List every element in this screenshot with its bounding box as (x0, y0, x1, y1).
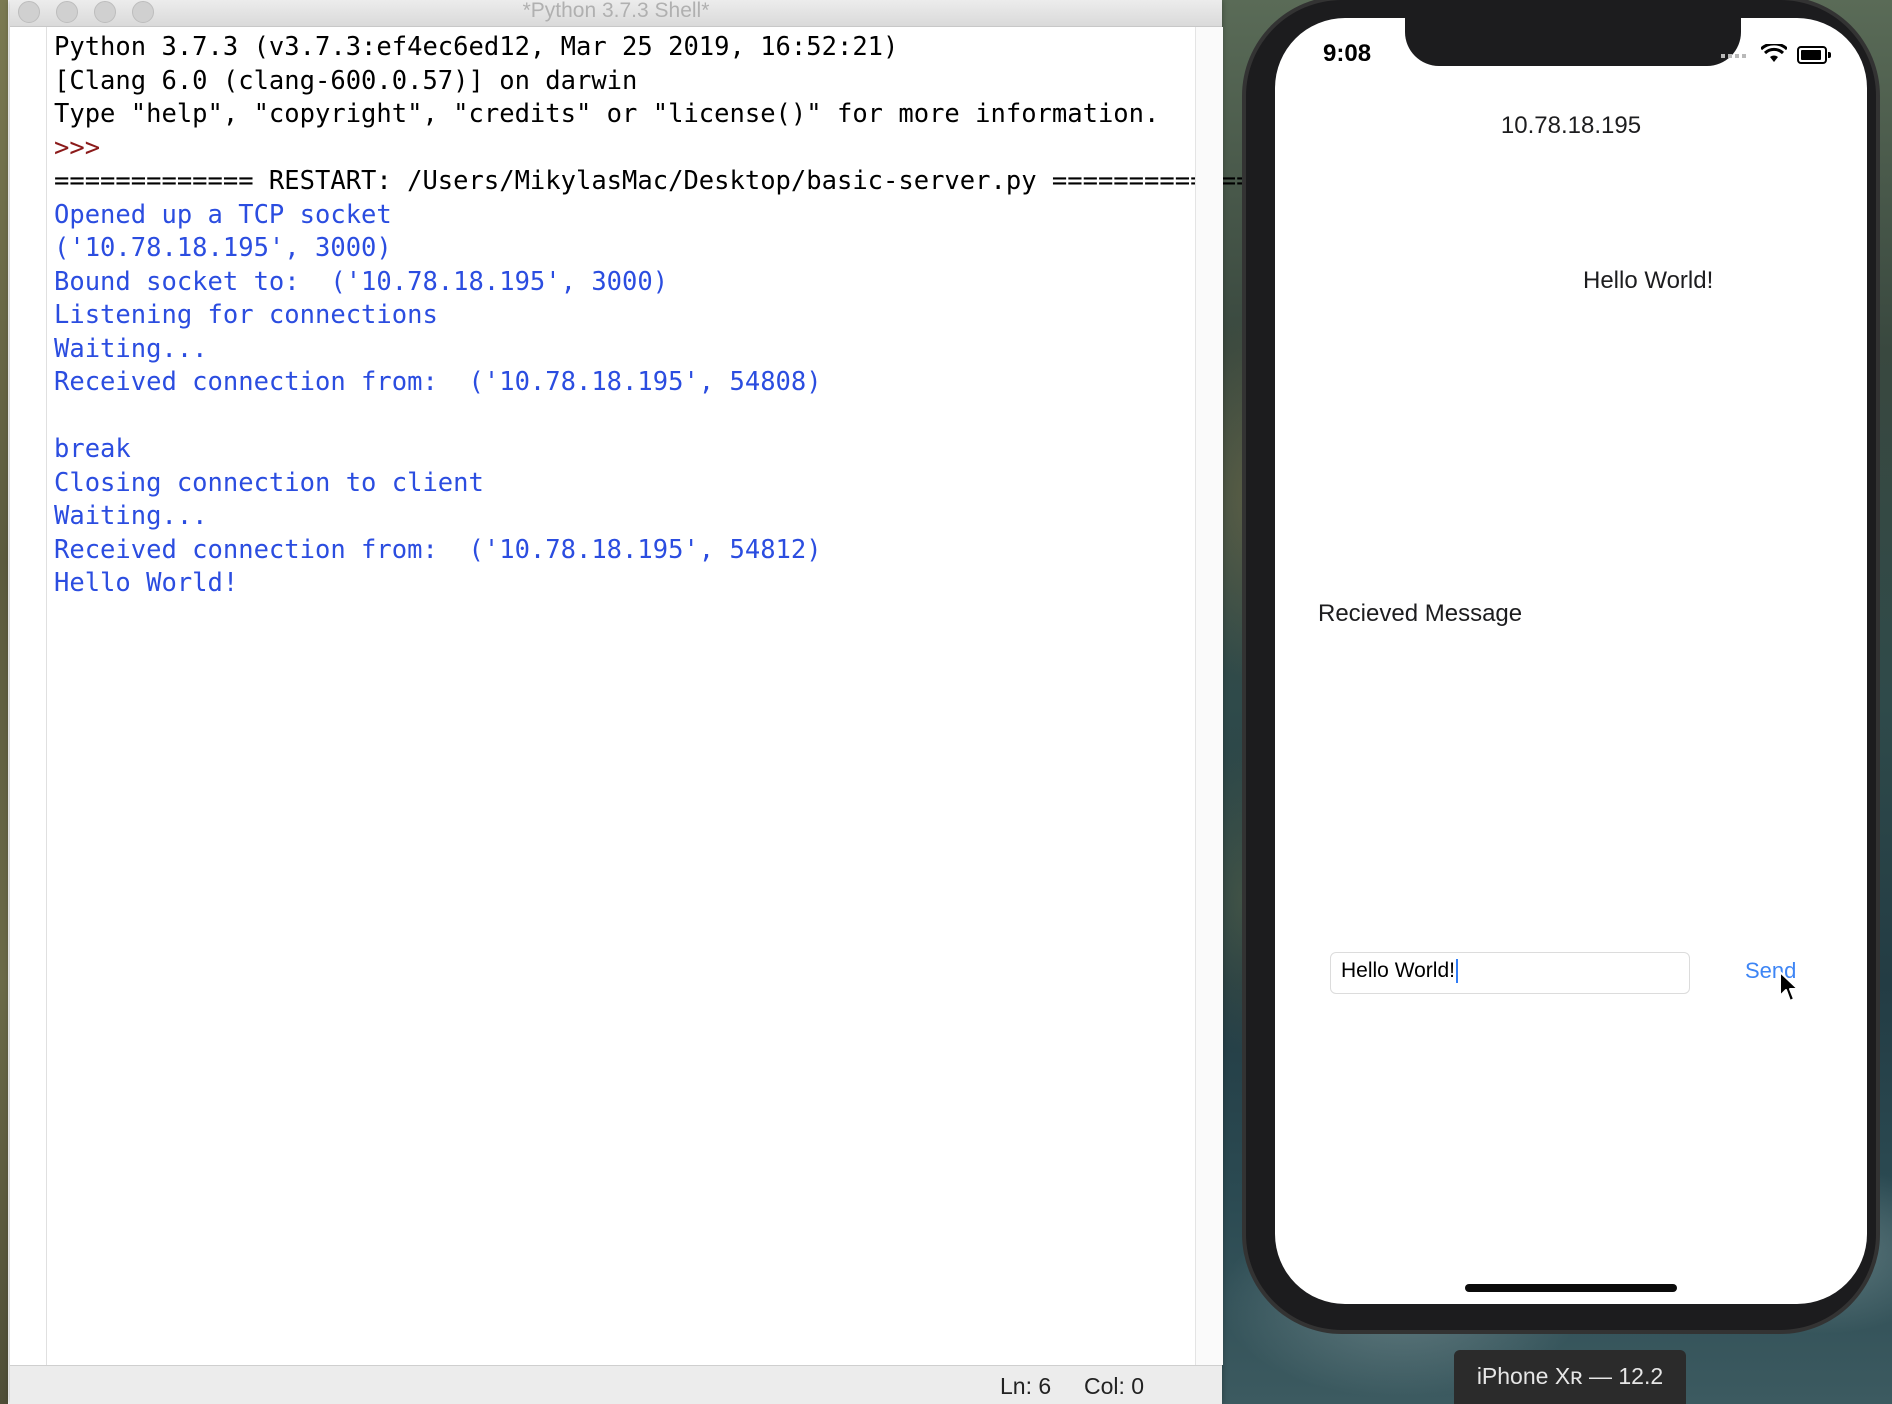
shell-line: Hello World! (54, 568, 239, 598)
shell-line: Waiting... (54, 501, 208, 531)
status-icons (1721, 42, 1841, 67)
shell-console[interactable]: Python 3.7.3 (v3.7.3:ef4ec6ed12, Mar 25 … (54, 31, 1252, 1361)
shell-line: Received connection from: ('10.78.18.195… (54, 367, 822, 397)
shell-line: break (54, 434, 131, 464)
window-title: *Python 3.7.3 Shell* (522, 0, 710, 22)
shell-line: ============= RESTART: /Users/MikylasMac… (54, 166, 1252, 196)
notch (1405, 18, 1741, 66)
battery-icon (1797, 46, 1831, 64)
received-message-text: Hello World! (1583, 267, 1714, 294)
shell-line: Opened up a TCP socket (54, 199, 392, 230)
text-caret (1455, 959, 1458, 984)
simulator-device-label: iPhone Xʀ — 12.2 (1454, 1350, 1686, 1404)
phone-screen[interactable]: 9:08 10.78.18.195 Hello World! Recieved … (1275, 18, 1867, 1304)
shell-line: Bound socket to: ('10.78.18.195', 3000) (54, 266, 669, 297)
signal-icon (1721, 54, 1749, 58)
python-shell-window[interactable]: *Python 3.7.3 Shell* Python 3.7.3 (v3.7.… (10, 0, 1252, 1404)
shell-line: [Clang 6.0 (clang-600.0.57)] on darwin (54, 65, 638, 96)
shell-line: Closing connection to client (54, 467, 484, 498)
mouse-pointer-icon (1779, 971, 1799, 1002)
shell-line: Waiting... (54, 333, 208, 364)
line-gutter (10, 27, 47, 1365)
status-time: 9:08 (1323, 40, 1372, 67)
ip-address-label: 10.78.18.195 (1500, 112, 1642, 139)
received-message-caption: Recieved Message (1318, 600, 1523, 627)
title-bar[interactable]: *Python 3.7.3 Shell* (10, 0, 1222, 27)
home-indicator[interactable] (1465, 1284, 1677, 1292)
shell-line: Received connection from: ('10.78.18.195… (54, 534, 822, 565)
desktop-edge (0, 0, 8, 1404)
shell-line: >>> (54, 132, 116, 163)
shell-line: Listening for connections (54, 300, 438, 330)
shell-line: Python 3.7.3 (v3.7.3:ef4ec6ed12, Mar 25 … (54, 32, 899, 62)
wifi-icon (1759, 42, 1789, 67)
message-input-text: Hello World! (1341, 959, 1455, 982)
status-bar: Ln: 6 Col: 0 (10, 1365, 1222, 1404)
message-input[interactable]: Hello World! (1330, 952, 1690, 994)
shell-line: Type "help", "copyright", "credits" or "… (54, 99, 1160, 129)
column-number: Col: 0 (1084, 1373, 1145, 1399)
vertical-scrollbar[interactable] (1195, 27, 1223, 1365)
shell-line: ('10.78.18.195', 3000) (54, 233, 392, 263)
line-number: Ln: 6 (1000, 1373, 1052, 1399)
